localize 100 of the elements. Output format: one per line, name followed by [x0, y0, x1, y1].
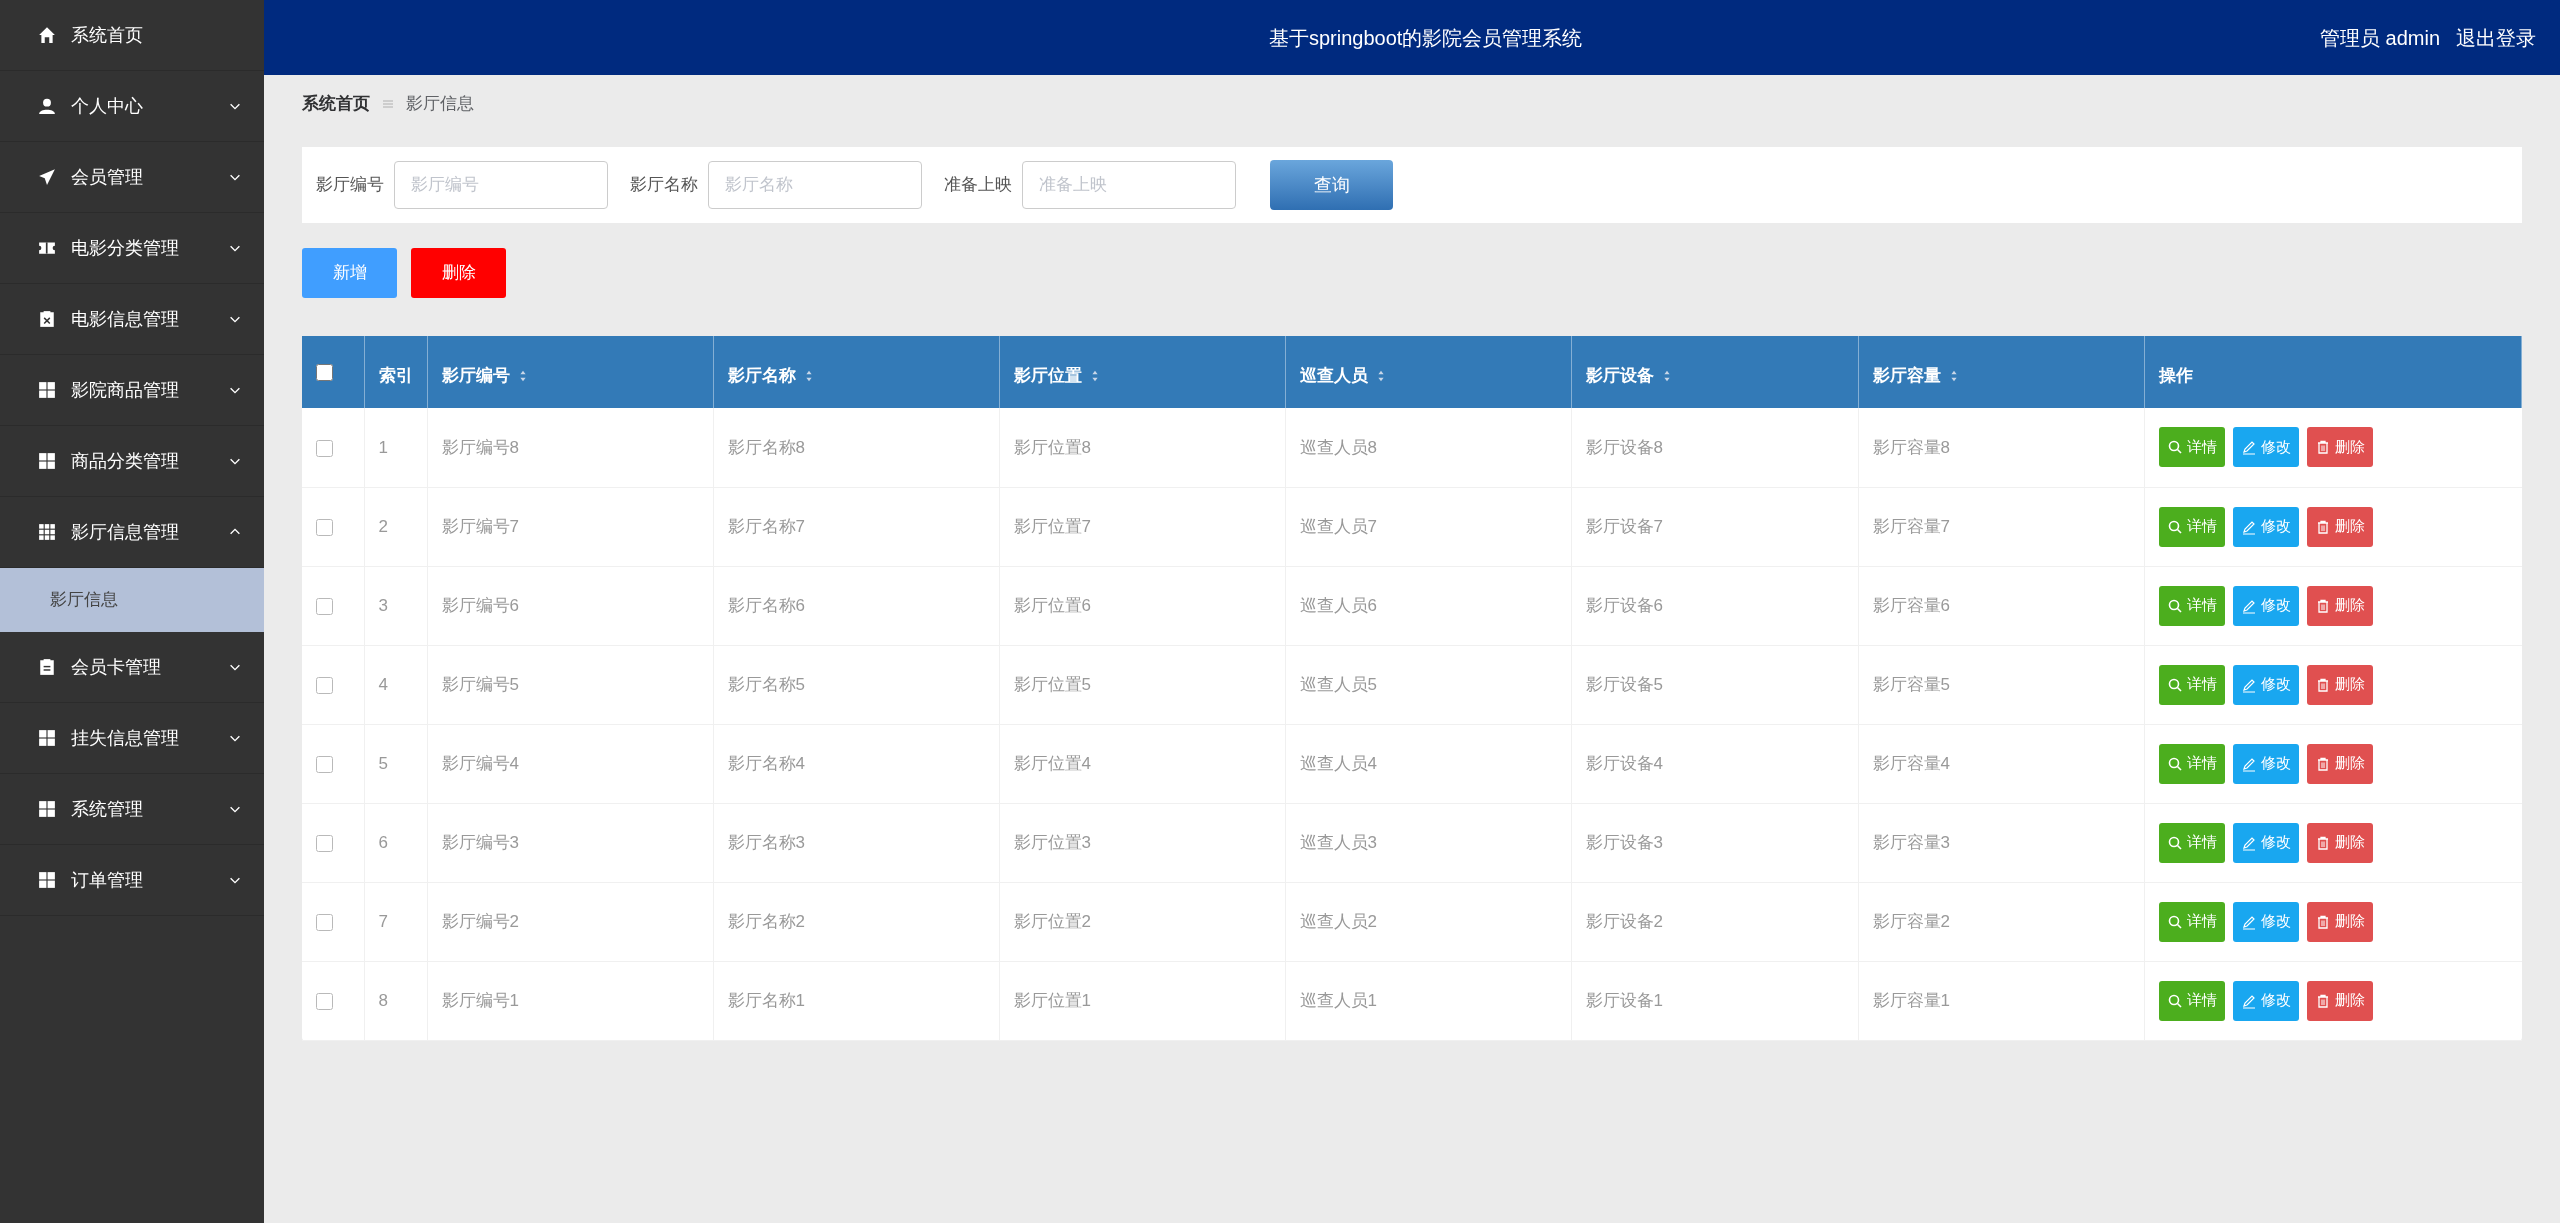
- input-field[interactable]: 影厅编号: [394, 161, 608, 209]
- tiles-icon: [38, 452, 56, 470]
- sidebar-item[interactable]: 个人中心: [0, 71, 264, 142]
- table-cell: 巡查人员6: [1299, 595, 1377, 615]
- delete-button[interactable]: 删除: [2306, 664, 2373, 705]
- field-label: 影厅名称: [630, 174, 698, 197]
- input-field[interactable]: 影厅名称: [708, 161, 922, 209]
- detail-button[interactable]: 详情: [2158, 980, 2225, 1021]
- search-button[interactable]: 查询: [1270, 160, 1393, 210]
- table-cell: 巡查人员8: [1299, 437, 1377, 457]
- delete-button[interactable]: 删除: [2306, 427, 2373, 468]
- table-cell: 1: [378, 437, 388, 457]
- app-title: 基于springboot的影院会员管理系统: [1269, 25, 1583, 51]
- detail-button[interactable]: 详情: [2158, 901, 2225, 942]
- table-cell: 影厅编号3: [441, 832, 519, 852]
- table-cell: 影厅容量1: [1872, 990, 1950, 1010]
- separator-icon: [382, 98, 394, 110]
- table-cell: 影厅设备1: [1585, 990, 1663, 1010]
- tiles-icon: [38, 871, 56, 889]
- edit-button[interactable]: 修改: [2232, 980, 2299, 1021]
- delete-button[interactable]: 删除: [411, 248, 506, 298]
- detail-button[interactable]: 详情: [2158, 506, 2225, 547]
- sortable-column-header[interactable]: 影厅容量: [1872, 355, 1959, 389]
- sidebar-item[interactable]: 电影信息管理: [0, 284, 264, 355]
- table-cell: 影厅设备4: [1585, 753, 1663, 773]
- edit-button[interactable]: 修改: [2232, 506, 2299, 547]
- delete-button[interactable]: 删除: [2306, 822, 2373, 863]
- delete-button[interactable]: 删除: [2306, 506, 2373, 547]
- edit-button[interactable]: 修改: [2232, 901, 2299, 942]
- sidebar-item[interactable]: 系统管理: [0, 774, 264, 845]
- submenu-item[interactable]: 影厅信息: [0, 568, 264, 632]
- table-cell: 影厅编号4: [441, 753, 519, 773]
- sortable-column-header[interactable]: 影厅名称: [727, 355, 814, 389]
- ticket-icon: [38, 239, 56, 257]
- edit-button[interactable]: 修改: [2232, 822, 2299, 863]
- search-icon: [2166, 755, 2183, 772]
- table-cell: 影厅设备7: [1585, 516, 1663, 536]
- table-cell: 影厅位置5: [1013, 674, 1091, 694]
- sortable-column-header[interactable]: 影厅编号: [441, 355, 528, 389]
- field-label: 影厅编号: [316, 174, 384, 197]
- detail-button[interactable]: 详情: [2158, 427, 2225, 468]
- logout-link[interactable]: 退出登录: [2456, 22, 2536, 53]
- clipboard-icon: [38, 658, 56, 676]
- input-field[interactable]: 准备上映: [1022, 161, 1236, 209]
- table-cell: 影厅名称3: [727, 832, 805, 852]
- table-cell: 影厅编号6: [441, 595, 519, 615]
- sidebar-item[interactable]: 电影分类管理: [0, 213, 264, 284]
- sidebar-item[interactable]: 商品分类管理: [0, 426, 264, 497]
- table-cell: 影厅编号5: [441, 674, 519, 694]
- detail-button[interactable]: 详情: [2158, 822, 2225, 863]
- delete-button[interactable]: 删除: [2306, 901, 2373, 942]
- sidebar-item[interactable]: 挂失信息管理: [0, 703, 264, 774]
- table-cell: 影厅设备6: [1585, 595, 1663, 615]
- table-cell: 影厅名称1: [727, 990, 805, 1010]
- column-header: 索引: [378, 365, 413, 388]
- edit-button[interactable]: 修改: [2232, 585, 2299, 626]
- pencil-icon: [2240, 439, 2257, 456]
- search-icon: [2166, 518, 2183, 535]
- edit-button[interactable]: 修改: [2232, 743, 2299, 784]
- search-icon: [2166, 913, 2183, 930]
- table-cell: 4: [378, 674, 388, 694]
- table-cell: 影厅设备2: [1585, 911, 1663, 931]
- sidebar-item[interactable]: 会员卡管理: [0, 632, 264, 703]
- table-cell: 影厅名称5: [727, 674, 805, 694]
- table-cell: 影厅设备3: [1585, 832, 1663, 852]
- table-cell: 巡查人员2: [1299, 911, 1377, 931]
- edit-button[interactable]: 修改: [2232, 664, 2299, 705]
- breadcrumb-item[interactable]: 系统首页: [302, 91, 370, 117]
- table-cell: 影厅名称6: [727, 595, 805, 615]
- detail-button[interactable]: 详情: [2158, 585, 2225, 626]
- tiles-icon: [38, 800, 56, 818]
- sidebar-item[interactable]: 会员管理: [0, 142, 264, 213]
- select-all-checkbox[interactable]: [316, 364, 333, 382]
- tiles-icon: [38, 381, 56, 399]
- table-cell: 影厅设备5: [1585, 674, 1663, 694]
- breadcrumb-item: 影厅信息: [406, 93, 474, 116]
- paper-plane-icon: [38, 168, 56, 186]
- edit-button[interactable]: 修改: [2232, 427, 2299, 468]
- sidebar-item[interactable]: 影院商品管理: [0, 355, 264, 426]
- detail-button[interactable]: 详情: [2158, 664, 2225, 705]
- table-cell: 巡查人员7: [1299, 516, 1377, 536]
- table-cell: 影厅位置2: [1013, 911, 1091, 931]
- add-button[interactable]: 新增: [302, 248, 397, 298]
- delete-button[interactable]: 删除: [2306, 980, 2373, 1021]
- delete-button[interactable]: 删除: [2306, 585, 2373, 626]
- sortable-column-header[interactable]: 影厅位置: [1013, 355, 1100, 389]
- table-cell: 影厅位置8: [1013, 437, 1091, 457]
- delete-button[interactable]: 删除: [2306, 743, 2373, 784]
- table-cell: 影厅位置4: [1013, 753, 1091, 773]
- search-icon: [2166, 597, 2183, 614]
- sortable-column-header[interactable]: 影厅设备: [1585, 355, 1672, 389]
- table-cell: 影厅名称8: [727, 437, 805, 457]
- table-cell: 7: [378, 911, 388, 931]
- search-icon: [2166, 834, 2183, 851]
- sortable-column-header[interactable]: 巡查人员: [1299, 355, 1386, 389]
- search-icon: [2166, 676, 2183, 693]
- table-cell: 影厅容量6: [1872, 595, 1950, 615]
- detail-button[interactable]: 详情: [2158, 743, 2225, 784]
- sidebar-item[interactable]: 订单管理: [0, 845, 264, 916]
- table-cell: 影厅位置7: [1013, 516, 1091, 536]
